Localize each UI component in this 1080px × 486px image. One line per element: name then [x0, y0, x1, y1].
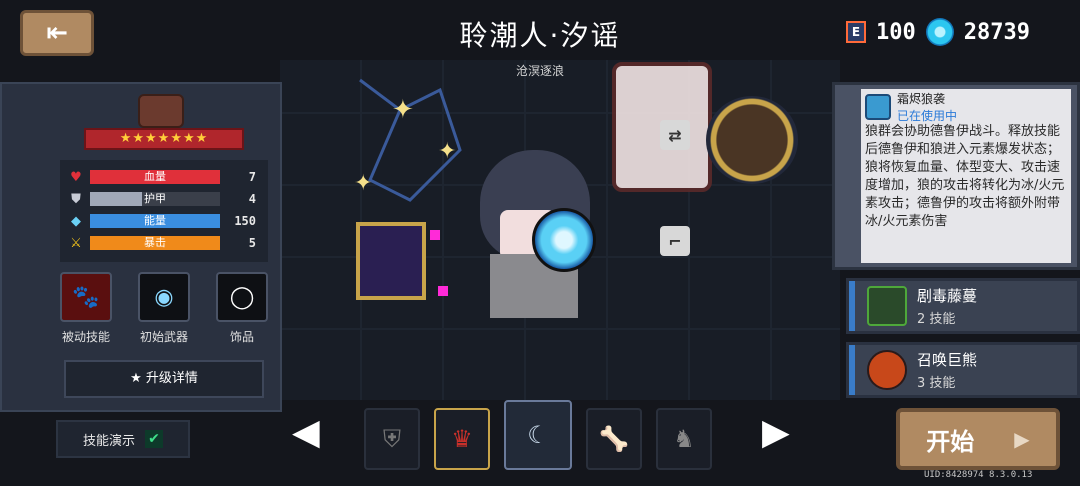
stat-label: 血量	[144, 170, 166, 183]
skill-option-poison-vine[interactable]: 剧毒藤蔓 2 技能	[846, 278, 1080, 334]
gem-icon	[925, 18, 954, 46]
skill-option-sub: 2 技能	[917, 312, 956, 327]
slot-label: 初始武器	[139, 330, 188, 344]
character-info-panel: ★★★★★★★ ♥ 血量 7 ⛊ 护甲 4 ◆ 能量 150 ⚔ 暴击 5 🐾 …	[0, 82, 282, 412]
sparkle-marker	[430, 230, 440, 240]
slot-accessory[interactable]: ◯ 饰品	[214, 272, 270, 345]
stat-row-armor: ⛊ 护甲 4	[68, 188, 260, 210]
character-sprite	[470, 150, 610, 330]
bear-paw-icon	[867, 350, 907, 390]
stat-bar: 能量	[90, 214, 220, 228]
stat-label: 能量	[144, 214, 166, 227]
currency-bar: E 100 28739	[845, 18, 1030, 46]
skill-option-name: 召唤巨熊	[917, 351, 978, 369]
treasure-pedestal	[356, 222, 426, 300]
constellation-decoration: ✦ ✦ ✦	[354, 78, 462, 202]
skill-name: 霜烬狼袭	[897, 92, 946, 106]
checkbox-checked-icon[interactable]: ✔	[145, 430, 163, 448]
svg-text:✦: ✦	[354, 171, 372, 196]
character-carousel: ⛨ ♛ ☾ 🦴 ♞	[364, 400, 712, 470]
ice-orb-icon	[532, 208, 596, 272]
skill-option-name: 剧毒藤蔓	[917, 287, 978, 305]
svg-text:✦: ✦	[392, 95, 414, 125]
equipment-slots: 🐾 被动技能 ◉ 初始武器 ◯ 饰品	[58, 272, 270, 345]
star-rating-banner: ★★★★★★★	[84, 128, 244, 150]
stat-row-hp: ♥ 血量 7	[68, 166, 260, 188]
orb-weapon-icon: ◉	[138, 272, 190, 322]
energy-badge-icon: E	[845, 21, 867, 43]
paint-roller-button[interactable]: ⌐	[660, 226, 690, 256]
play-arrow-icon: ▶	[1014, 427, 1030, 451]
char-slot-dark-knight[interactable]: ♞	[656, 408, 712, 470]
start-label: 开始	[926, 427, 975, 456]
slot-starting-weapon[interactable]: ◉ 初始武器	[136, 272, 192, 345]
skill-option-summon-bear[interactable]: 召唤巨熊 3 技能	[846, 342, 1080, 398]
next-character-arrow-icon[interactable]: ▶	[762, 412, 790, 453]
char-slot-druid[interactable]: ♛	[434, 408, 490, 470]
ring-icon: ◯	[216, 272, 268, 322]
previous-character-arrow-icon[interactable]: ◀	[292, 412, 320, 453]
vine-icon	[867, 286, 907, 326]
stat-value: 4	[248, 192, 256, 206]
barrel-prop	[706, 96, 798, 184]
energy-value: 100	[876, 19, 916, 45]
stat-label: 护甲	[144, 192, 166, 205]
back-button[interactable]: ⇤	[20, 10, 94, 56]
stats-panel: ♥ 血量 7 ⛊ 护甲 4 ◆ 能量 150 ⚔ 暴击 5	[60, 160, 268, 262]
current-skill-card[interactable]: 霜烬狼袭 已在使用中 狼群会协助德鲁伊战斗。释放技能后德鲁伊和狼进入元素爆发状态…	[832, 82, 1080, 270]
sparkle-marker	[438, 286, 448, 296]
uid-version-text: UID:8428974 8.3.0.13	[924, 470, 1033, 480]
start-button[interactable]: 开始 ▶	[896, 408, 1060, 470]
skill-title-block: 霜烬狼袭 已在使用中	[897, 90, 957, 124]
frost-wolf-skill-icon	[865, 94, 891, 120]
stat-bar: 血量	[90, 170, 220, 184]
character-title: 聆潮人·汐谣	[459, 19, 621, 52]
skill-card-content: 霜烬狼袭 已在使用中 狼群会协助德鲁伊战斗。释放技能后德鲁伊和狼进入元素爆发状态…	[861, 89, 1071, 263]
skill-status: 已在使用中	[897, 109, 958, 123]
stat-label: 暴击	[144, 236, 166, 249]
stat-value: 150	[234, 214, 256, 228]
stat-value: 7	[248, 170, 256, 184]
skill-header: 霜烬狼袭 已在使用中	[865, 91, 1067, 123]
paw-icon: 🐾	[60, 272, 112, 322]
char-slot-tide-listener-selected[interactable]: ☾	[504, 400, 572, 470]
gem-count: 28739	[963, 19, 1030, 45]
slot-passive-skill[interactable]: 🐾 被动技能	[58, 272, 114, 345]
stat-row-energy: ◆ 能量 150	[68, 210, 260, 232]
druid-avatar-icon	[138, 94, 184, 128]
crystal-icon: ◆	[71, 213, 81, 229]
slot-label: 被动技能	[61, 330, 110, 344]
skill-option-sub: 3 技能	[917, 376, 956, 391]
swap-skin-button[interactable]: ⇄	[660, 120, 690, 150]
stat-bar: 暴击	[90, 236, 220, 250]
skill-option-text: 剧毒藤蔓 2 技能	[917, 285, 977, 327]
stat-value: 5	[248, 236, 256, 250]
crit-icon: ⚔	[70, 235, 82, 251]
skill-demo-label: 技能演示	[82, 433, 135, 449]
svg-text:✦: ✦	[438, 139, 456, 164]
skill-option-text: 召唤巨熊 3 技能	[917, 349, 977, 391]
char-slot-bone[interactable]: 🦴	[586, 408, 642, 470]
stat-bar: 护甲	[90, 192, 220, 206]
skill-description: 狼群会协助德鲁伊战斗。释放技能后德鲁伊和狼进入元素爆发状态；狼将恢复血量、体型变…	[865, 124, 1065, 229]
skill-demo-toggle[interactable]: 技能演示 ✔	[56, 420, 190, 458]
upgrade-details-button[interactable]: ★ 升级详情	[64, 360, 264, 398]
stat-row-crit: ⚔ 暴击 5	[68, 232, 260, 254]
exit-door-icon: ⇤	[46, 18, 68, 48]
heart-icon: ♥	[70, 169, 82, 185]
shield-icon: ⛊	[71, 191, 81, 207]
slot-label: 饰品	[229, 330, 254, 344]
char-slot-armor-golem[interactable]: ⛨	[364, 408, 420, 470]
